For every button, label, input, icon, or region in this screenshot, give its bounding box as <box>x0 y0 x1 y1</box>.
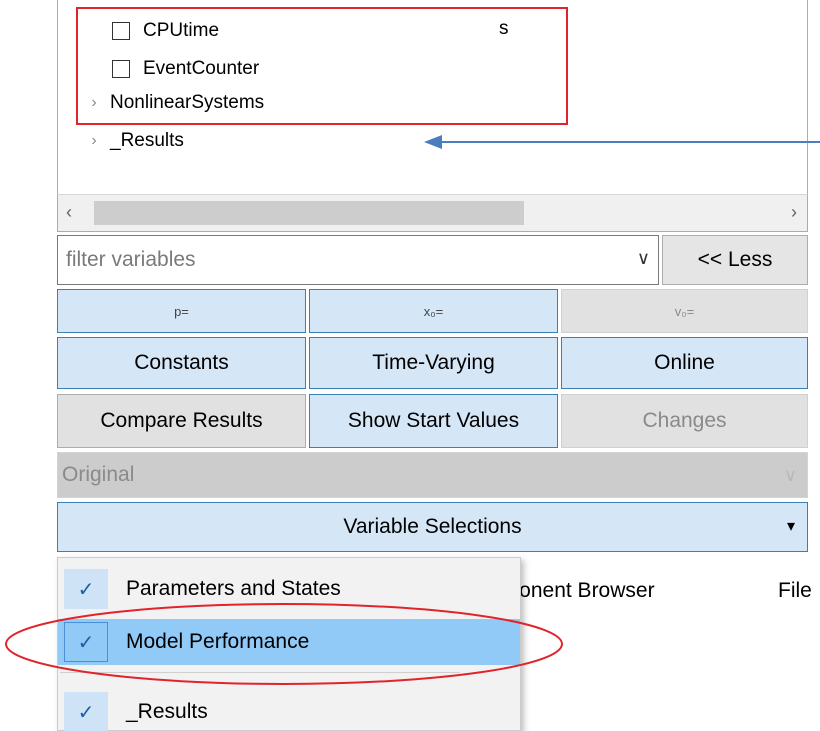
show-start-values-button[interactable]: Show Start Values <box>309 394 558 448</box>
scrollbar-thumb[interactable] <box>94 201 524 225</box>
original-value: Original <box>62 463 135 486</box>
annotation-arrow-icon <box>424 135 820 149</box>
v0-button[interactable]: v₀= <box>561 289 808 333</box>
checkmark-icon: ✓ <box>64 692 108 731</box>
variable-selections-label: Variable Selections <box>343 515 522 538</box>
less-button[interactable]: << Less <box>662 235 808 285</box>
annotation-ellipse <box>5 603 563 685</box>
time-varying-button[interactable]: Time-Varying <box>309 337 558 389</box>
scroll-right-icon[interactable]: › <box>791 202 797 223</box>
scroll-left-icon[interactable]: ‹ <box>66 202 72 223</box>
online-button[interactable]: Online <box>561 337 808 389</box>
tree-item-label: _Results <box>110 130 184 151</box>
menu-item-results[interactable]: ✓ _Results <box>58 689 520 731</box>
tree-item-results[interactable]: › _Results <box>84 127 184 155</box>
menu-item-label: Parameters and States <box>126 577 341 600</box>
constants-button[interactable]: Constants <box>57 337 306 389</box>
caret-down-icon: ▾ <box>786 518 795 535</box>
compare-results-button[interactable]: Compare Results <box>57 394 306 448</box>
p-button[interactable]: p= <box>57 289 306 333</box>
chevron-right-icon[interactable]: › <box>84 132 104 150</box>
x0-button[interactable]: x₀= <box>309 289 558 333</box>
chevron-down-icon[interactable]: ∨ <box>637 248 650 269</box>
annotation-highlight-box <box>76 7 568 125</box>
tab-file[interactable]: File <box>778 579 812 603</box>
chevron-down-icon[interactable]: ∨ <box>784 465 797 486</box>
filter-placeholder: filter variables <box>66 248 196 271</box>
horizontal-scrollbar[interactable]: ‹ › <box>57 194 808 232</box>
changes-button[interactable]: Changes <box>561 394 808 448</box>
variable-selections-button[interactable]: Variable Selections ▾ <box>57 502 808 552</box>
menu-item-label: _Results <box>126 700 208 723</box>
filter-variables-combobox[interactable]: filter variables ∨ <box>57 235 659 285</box>
original-combobox[interactable]: Original ∨ <box>57 452 808 498</box>
